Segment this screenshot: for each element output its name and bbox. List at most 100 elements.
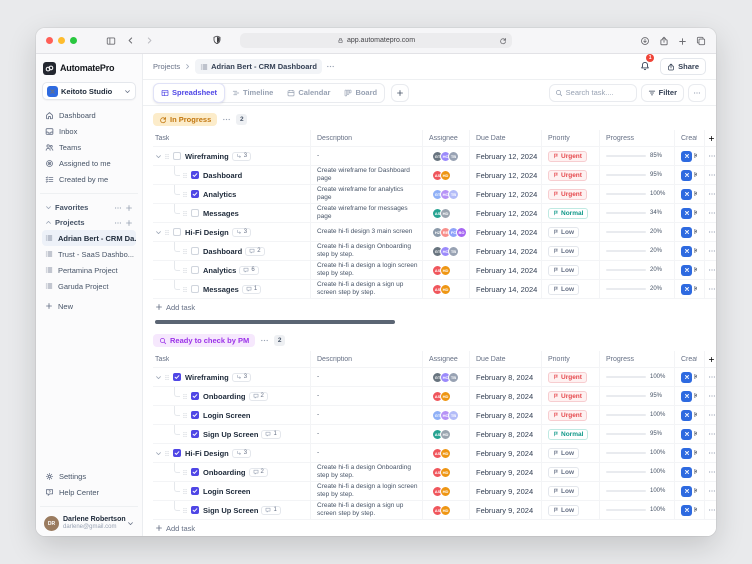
sidebar-section-projects[interactable]: Projects [42, 215, 136, 230]
task-row[interactable]: Messages1Create hi-fi a design a sign up… [153, 280, 716, 299]
sidebar-item-help-center[interactable]: Help Center [42, 484, 136, 500]
add-column-button[interactable] [704, 351, 716, 367]
task-name[interactable]: Dashboard [203, 171, 242, 180]
drag-handle-icon[interactable] [182, 209, 188, 218]
task-name[interactable]: Analytics [203, 266, 236, 275]
task-row[interactable]: Login Screen-GTHCTBFebruary 8, 2024Urgen… [153, 406, 716, 425]
shield-icon[interactable] [212, 35, 222, 45]
task-row[interactable]: Onboarding2Create hi-fi a design Onboard… [153, 463, 716, 482]
task-checkbox[interactable] [191, 392, 199, 400]
task-name[interactable]: Onboarding [203, 392, 246, 401]
assignee-avatars[interactable]: HZREFCBO [429, 227, 467, 238]
task-name[interactable]: Wireframing [185, 373, 229, 382]
sidebar-item-inbox[interactable]: Inbox [42, 123, 136, 139]
row-more-button[interactable] [708, 266, 716, 274]
back-button[interactable] [126, 36, 135, 45]
task-name[interactable]: Hi-Fi Design [185, 228, 229, 237]
section-add-button[interactable] [125, 219, 133, 227]
task-name[interactable]: Sign Up Screen [203, 430, 258, 439]
expand-chevron-icon[interactable] [155, 153, 162, 160]
sidebar-section-favorites[interactable]: Favorites [42, 200, 136, 215]
task-row[interactable]: Sign Up Screen1Create hi-fi a design a s… [153, 501, 716, 520]
drag-handle-icon[interactable] [164, 228, 170, 237]
assignee-avatars[interactable]: GTHCTB [429, 410, 459, 421]
task-name[interactable]: Sign Up Screen [203, 506, 258, 515]
section-more-button[interactable] [114, 219, 122, 227]
url-bar[interactable]: app.automatepro.com [240, 33, 512, 48]
task-checkbox[interactable] [191, 285, 199, 293]
task-row[interactable]: Analytics6Create hi-fi a design a login … [153, 261, 716, 280]
task-row[interactable]: Sign Up Screen1-ASHDFebruary 8, 2024Norm… [153, 425, 716, 444]
horizontal-scrollbar[interactable] [155, 320, 395, 324]
tab-timeline[interactable]: Timeline [225, 84, 280, 102]
drag-handle-icon[interactable] [182, 392, 188, 401]
zoom-window-button[interactable] [70, 37, 77, 44]
task-checkbox[interactable] [173, 228, 181, 236]
row-more-button[interactable] [708, 392, 716, 400]
row-more-button[interactable] [708, 468, 716, 476]
row-more-button[interactable] [708, 430, 716, 438]
group-more-button[interactable] [260, 336, 269, 345]
drag-handle-icon[interactable] [182, 266, 188, 275]
task-checkbox[interactable] [191, 190, 199, 198]
minimize-window-button[interactable] [58, 37, 65, 44]
sidebar-project-garuda-project[interactable]: Garuda Project [42, 278, 136, 294]
chevron-up-icon[interactable] [45, 219, 52, 226]
workspace-switcher[interactable]: Keitoto Studio [42, 82, 136, 100]
section-more-button[interactable] [114, 204, 122, 212]
add-view-button[interactable] [391, 84, 409, 102]
drag-handle-icon[interactable] [182, 285, 188, 294]
assignee-avatars[interactable]: GTHCTB [429, 372, 459, 383]
filter-button[interactable]: Filter [641, 84, 684, 102]
task-checkbox[interactable] [191, 468, 199, 476]
group-more-button[interactable] [222, 115, 231, 124]
assignee-avatars[interactable]: ASHD [429, 448, 451, 459]
downloads-icon[interactable] [640, 36, 650, 46]
row-more-button[interactable] [708, 487, 716, 495]
drag-handle-icon[interactable] [182, 506, 188, 515]
row-more-button[interactable] [708, 506, 716, 514]
task-checkbox[interactable] [191, 487, 199, 495]
browser-sidebar-toggle-icon[interactable] [106, 36, 116, 46]
sidebar-item-settings[interactable]: Settings [42, 468, 136, 484]
sidebar-project-pertamina-project[interactable]: Pertamina Project [42, 262, 136, 278]
group-status-badge[interactable]: Ready to check by PM [153, 334, 255, 347]
task-row[interactable]: DashboardCreate wireframe for Dashboard … [153, 166, 716, 185]
row-more-button[interactable] [708, 171, 716, 179]
browser-share-icon[interactable] [659, 36, 669, 46]
task-checkbox[interactable] [191, 171, 199, 179]
assignee-avatars[interactable]: ASHD [429, 170, 451, 181]
toolbar-more-button[interactable] [688, 84, 706, 102]
row-more-button[interactable] [708, 247, 716, 255]
task-row[interactable]: Hi-Fi Design3Create hi-fi design 3 main … [153, 223, 716, 242]
tab-spreadsheet[interactable]: Spreadsheet [153, 83, 225, 103]
row-more-button[interactable] [708, 373, 716, 381]
section-add-button[interactable] [125, 204, 133, 212]
task-row[interactable]: Wireframing3-GTHCTBFebruary 8, 2024Urgen… [153, 368, 716, 387]
sidebar-item-created-by-me[interactable]: Created by me [42, 171, 136, 187]
task-row[interactable]: Wireframing3-GTHCTBFebruary 12, 2024Urge… [153, 147, 716, 166]
task-row[interactable]: Onboarding2-ASHDFebruary 8, 2024Urgent95… [153, 387, 716, 406]
refresh-icon[interactable] [499, 37, 507, 45]
tab-board[interactable]: Board [337, 84, 384, 102]
row-more-button[interactable] [708, 190, 716, 198]
task-checkbox[interactable] [191, 411, 199, 419]
task-name[interactable]: Login Screen [203, 411, 251, 420]
drag-handle-icon[interactable] [164, 449, 170, 458]
drag-handle-icon[interactable] [182, 247, 188, 256]
task-checkbox[interactable] [173, 152, 181, 160]
drag-handle-icon[interactable] [182, 487, 188, 496]
task-row[interactable]: Dashboard2Create hi-fi a design Onboardi… [153, 242, 716, 261]
search-box[interactable] [549, 84, 637, 102]
breadcrumb-projects[interactable]: Projects [153, 62, 180, 71]
breadcrumb-more-button[interactable] [326, 62, 335, 71]
task-row[interactable]: Hi-Fi Design3-ASHDFebruary 9, 2024Low100… [153, 444, 716, 463]
task-checkbox[interactable] [173, 449, 181, 457]
group-status-badge[interactable]: In Progress [153, 113, 217, 126]
sidebar-project-trust-saas-dashbo[interactable]: Trust - SaaS Dashbo... [42, 246, 136, 262]
assignee-avatars[interactable]: ASHD [429, 486, 451, 497]
expand-chevron-icon[interactable] [155, 450, 162, 457]
drag-handle-icon[interactable] [164, 373, 170, 382]
new-button[interactable]: New [42, 298, 136, 314]
drag-handle-icon[interactable] [164, 152, 170, 161]
